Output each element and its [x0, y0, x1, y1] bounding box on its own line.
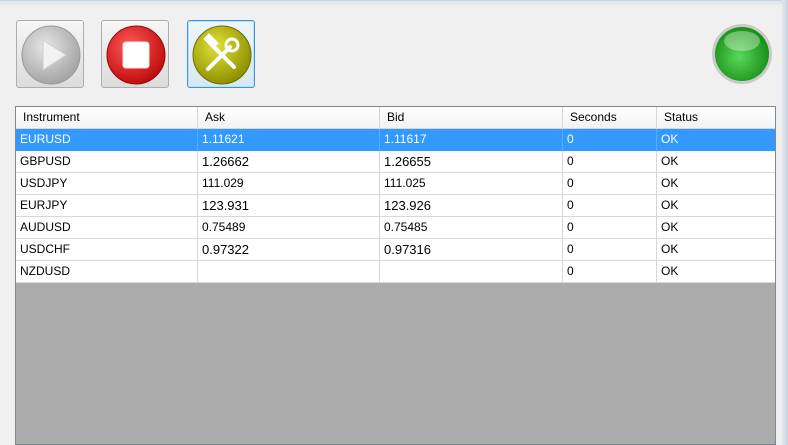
table-row[interactable]: GBPUSD 1.26662 1.26655 0 OK [16, 151, 775, 173]
status-cell[interactable]: OK [657, 129, 775, 151]
play-icon [21, 25, 81, 85]
column-header-status[interactable]: Status [657, 107, 775, 129]
status-cell[interactable]: OK [657, 261, 775, 283]
table-row[interactable]: NZDUSD 0 OK [16, 261, 775, 283]
seconds-cell[interactable]: 0 [563, 217, 657, 239]
status-indicator [710, 22, 774, 86]
seconds-cell[interactable]: 0 [563, 173, 657, 195]
table-row[interactable]: USDCHF 0.97322 0.97316 0 OK [16, 239, 775, 261]
bid-cell[interactable]: 0.97316 [380, 239, 563, 261]
window-top-edge [0, 0, 788, 7]
bid-cell[interactable] [380, 261, 563, 283]
bid-cell[interactable]: 1.11617 [380, 129, 563, 151]
column-header-bid[interactable]: Bid [380, 107, 563, 129]
table-row[interactable]: AUDUSD 0.75489 0.75485 0 OK [16, 217, 775, 239]
stop-button[interactable] [101, 20, 169, 88]
column-header-seconds[interactable]: Seconds [563, 107, 657, 129]
ask-cell[interactable]: 123.931 [198, 195, 380, 217]
window-right-edge [782, 0, 788, 445]
tools-icon [192, 25, 252, 85]
green-status-light-icon [712, 24, 772, 84]
ask-cell[interactable]: 0.75489 [198, 217, 380, 239]
status-cell[interactable]: OK [657, 217, 775, 239]
ask-cell[interactable]: 111.029 [198, 173, 380, 195]
instrument-cell[interactable]: AUDUSD [16, 217, 198, 239]
instrument-cell[interactable]: EURJPY [16, 195, 198, 217]
ask-cell[interactable]: 1.26662 [198, 151, 380, 173]
seconds-cell[interactable]: 0 [563, 239, 657, 261]
status-cell[interactable]: OK [657, 239, 775, 261]
status-cell[interactable]: OK [657, 151, 775, 173]
table-row[interactable]: EURJPY 123.931 123.926 0 OK [16, 195, 775, 217]
column-header-instrument[interactable]: Instrument [16, 107, 198, 129]
stop-icon [106, 25, 166, 85]
instrument-grid[interactable]: Instrument Ask Bid Seconds Status EURUSD… [15, 106, 776, 445]
bid-cell[interactable]: 111.025 [380, 173, 563, 195]
seconds-cell[interactable]: 0 [563, 129, 657, 151]
table-row[interactable]: EURUSD 1.11621 1.11617 0 OK [16, 129, 775, 151]
bid-cell[interactable]: 1.26655 [380, 151, 563, 173]
settings-tools-button[interactable] [187, 20, 255, 88]
seconds-cell[interactable]: 0 [563, 151, 657, 173]
ask-cell[interactable]: 1.11621 [198, 129, 380, 151]
ask-cell[interactable]: 0.97322 [198, 239, 380, 261]
play-button[interactable] [16, 20, 84, 88]
instrument-cell[interactable]: EURUSD [16, 129, 198, 151]
bid-cell[interactable]: 123.926 [380, 195, 563, 217]
grid-header: Instrument Ask Bid Seconds Status [16, 107, 775, 130]
instrument-cell[interactable]: USDJPY [16, 173, 198, 195]
ask-cell[interactable] [198, 261, 380, 283]
table-row[interactable]: USDJPY 111.029 111.025 0 OK [16, 173, 775, 195]
instrument-cell[interactable]: NZDUSD [16, 261, 198, 283]
seconds-cell[interactable]: 0 [563, 261, 657, 283]
column-header-ask[interactable]: Ask [198, 107, 380, 129]
status-cell[interactable]: OK [657, 195, 775, 217]
status-cell[interactable]: OK [657, 173, 775, 195]
bid-cell[interactable]: 0.75485 [380, 217, 563, 239]
instrument-cell[interactable]: USDCHF [16, 239, 198, 261]
seconds-cell[interactable]: 0 [563, 195, 657, 217]
instrument-cell[interactable]: GBPUSD [16, 151, 198, 173]
